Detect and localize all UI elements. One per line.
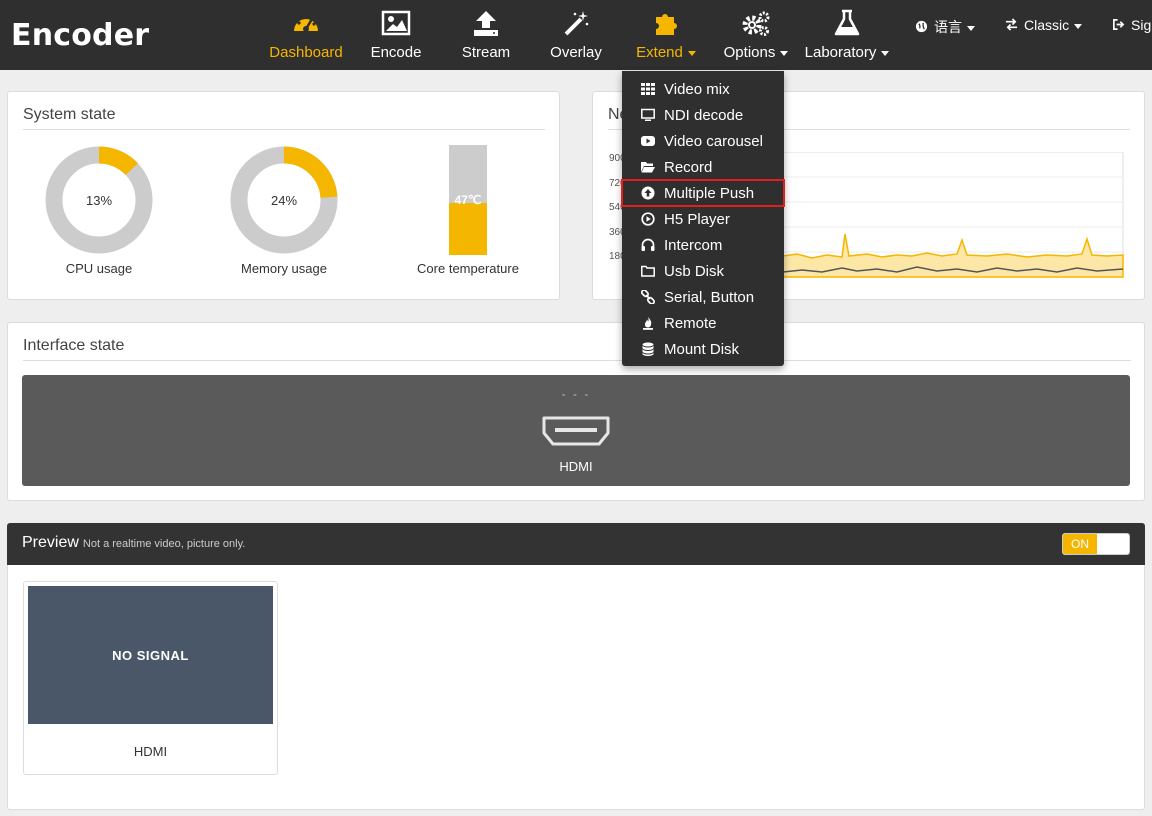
menu-item-usb-disk[interactable]: Usb Disk [622, 258, 784, 284]
menu-item-video-carousel[interactable]: Video carousel [622, 128, 784, 154]
cpu-value: 13% [86, 193, 112, 208]
menu-item-video-mix[interactable]: Video mix [622, 76, 784, 102]
menu-item-record[interactable]: Record [622, 154, 784, 180]
nav-label: Stream [461, 44, 511, 61]
thumbnail-label: HDMI [133, 744, 168, 759]
nav-label: Overlay [550, 44, 602, 61]
sign-out-icon [1113, 19, 1125, 30]
caret-down-icon [1074, 23, 1083, 29]
preview-body: NO SIGNAL HDMI [7, 565, 1145, 810]
nav-encode[interactable]: Encode [361, 0, 431, 70]
link-icon [641, 290, 655, 304]
panel-title: System state [23, 106, 116, 123]
theme-menu[interactable]: Classic [1005, 17, 1083, 33]
top-navbar: Encoder Dashboard Encode Stream Overlay … [0, 0, 1152, 70]
database-icon [642, 342, 654, 356]
youtube-icon [641, 136, 655, 146]
menu-item-remote[interactable]: Remote [622, 310, 784, 336]
monitor-icon [641, 108, 655, 121]
interface-label: HDMI [559, 459, 593, 474]
nav-laboratory[interactable]: Laboratory [801, 0, 893, 70]
play-circle-icon [641, 212, 655, 226]
menu-item-ndi-decode[interactable]: NDI decode [622, 102, 784, 128]
temperature-label: Core temperature [417, 261, 519, 276]
headphones-icon [641, 238, 655, 251]
signout-link[interactable]: Sig [1112, 17, 1151, 33]
gears-icon [742, 11, 770, 36]
menu-item-multiple-push[interactable]: Multiple Push [621, 179, 785, 207]
nav-extend[interactable]: Extend [628, 0, 704, 70]
menu-item-serial-button[interactable]: Serial, Button [622, 284, 784, 310]
brand-logo[interactable]: Encoder [11, 18, 149, 53]
nav-label: Laboratory [801, 44, 893, 61]
nav-label: Encode [370, 44, 422, 61]
temperature-value: 47℃ [454, 193, 482, 207]
no-signal-text: NO SIGNAL [112, 648, 189, 663]
language-menu[interactable]: 语言 [915, 17, 975, 37]
image-icon [381, 10, 411, 36]
arrow-circle-up-icon [641, 186, 655, 200]
folder-icon [641, 265, 655, 277]
globe-icon [915, 20, 928, 33]
caret-down-icon [687, 50, 696, 56]
nav-stream[interactable]: Stream [451, 0, 521, 70]
temperature-bar: 47℃ [449, 145, 487, 255]
nav-label: Options [719, 44, 793, 61]
upload-icon [474, 11, 498, 36]
nav-dashboard[interactable]: Dashboard [266, 0, 346, 70]
preview-header: Preview Not a realtime video, picture onl… [7, 523, 1145, 565]
temperature-fill [449, 203, 487, 255]
magic-wand-icon [564, 11, 589, 36]
memory-label: Memory usage [241, 261, 327, 276]
preview-toggle[interactable]: ON [1062, 533, 1130, 555]
preview-title: Preview Not a realtime video, picture onl… [22, 534, 246, 551]
memory-gauge: 24% [230, 146, 338, 254]
toggle-on-label: ON [1063, 534, 1097, 554]
fire-icon [643, 316, 653, 330]
hdmi-port-icon [542, 416, 610, 446]
flask-icon [834, 9, 860, 36]
nav-options[interactable]: Options [719, 0, 793, 70]
preview-thumbnail-card[interactable]: NO SIGNAL HDMI [23, 581, 278, 775]
caret-down-icon [881, 50, 890, 56]
dashboard-icon [294, 14, 318, 32]
cpu-label: CPU usage [65, 261, 133, 276]
exchange-icon [1005, 18, 1018, 31]
caret-down-icon [967, 25, 975, 31]
panel-title: Interface state [23, 337, 125, 354]
menu-item-h5-player[interactable]: H5 Player [622, 206, 784, 232]
interface-status: - - - [561, 387, 591, 401]
nav-overlay[interactable]: Overlay [541, 0, 611, 70]
menu-item-intercom[interactable]: Intercom [622, 232, 784, 258]
memory-value: 24% [271, 193, 297, 208]
hdmi-interface[interactable]: - - - HDMI [22, 375, 1130, 486]
cpu-gauge-arc [98, 146, 138, 176]
preview-subtitle: Not a realtime video, picture only. [82, 538, 246, 550]
cpu-gauge: 13% [45, 146, 153, 254]
nav-label: Dashboard [269, 44, 343, 61]
menu-item-mount-disk[interactable]: Mount Disk [622, 336, 784, 362]
caret-down-icon [780, 50, 789, 56]
preview-image: NO SIGNAL [28, 586, 273, 724]
extend-dropdown-menu: Video mix NDI decode Video carousel Reco… [621, 71, 785, 366]
memory-gauge-arc [283, 146, 338, 199]
grid-icon [641, 83, 655, 95]
nav-label: Extend [628, 44, 704, 61]
folder-open-icon [641, 162, 655, 173]
puzzle-icon [656, 14, 677, 35]
